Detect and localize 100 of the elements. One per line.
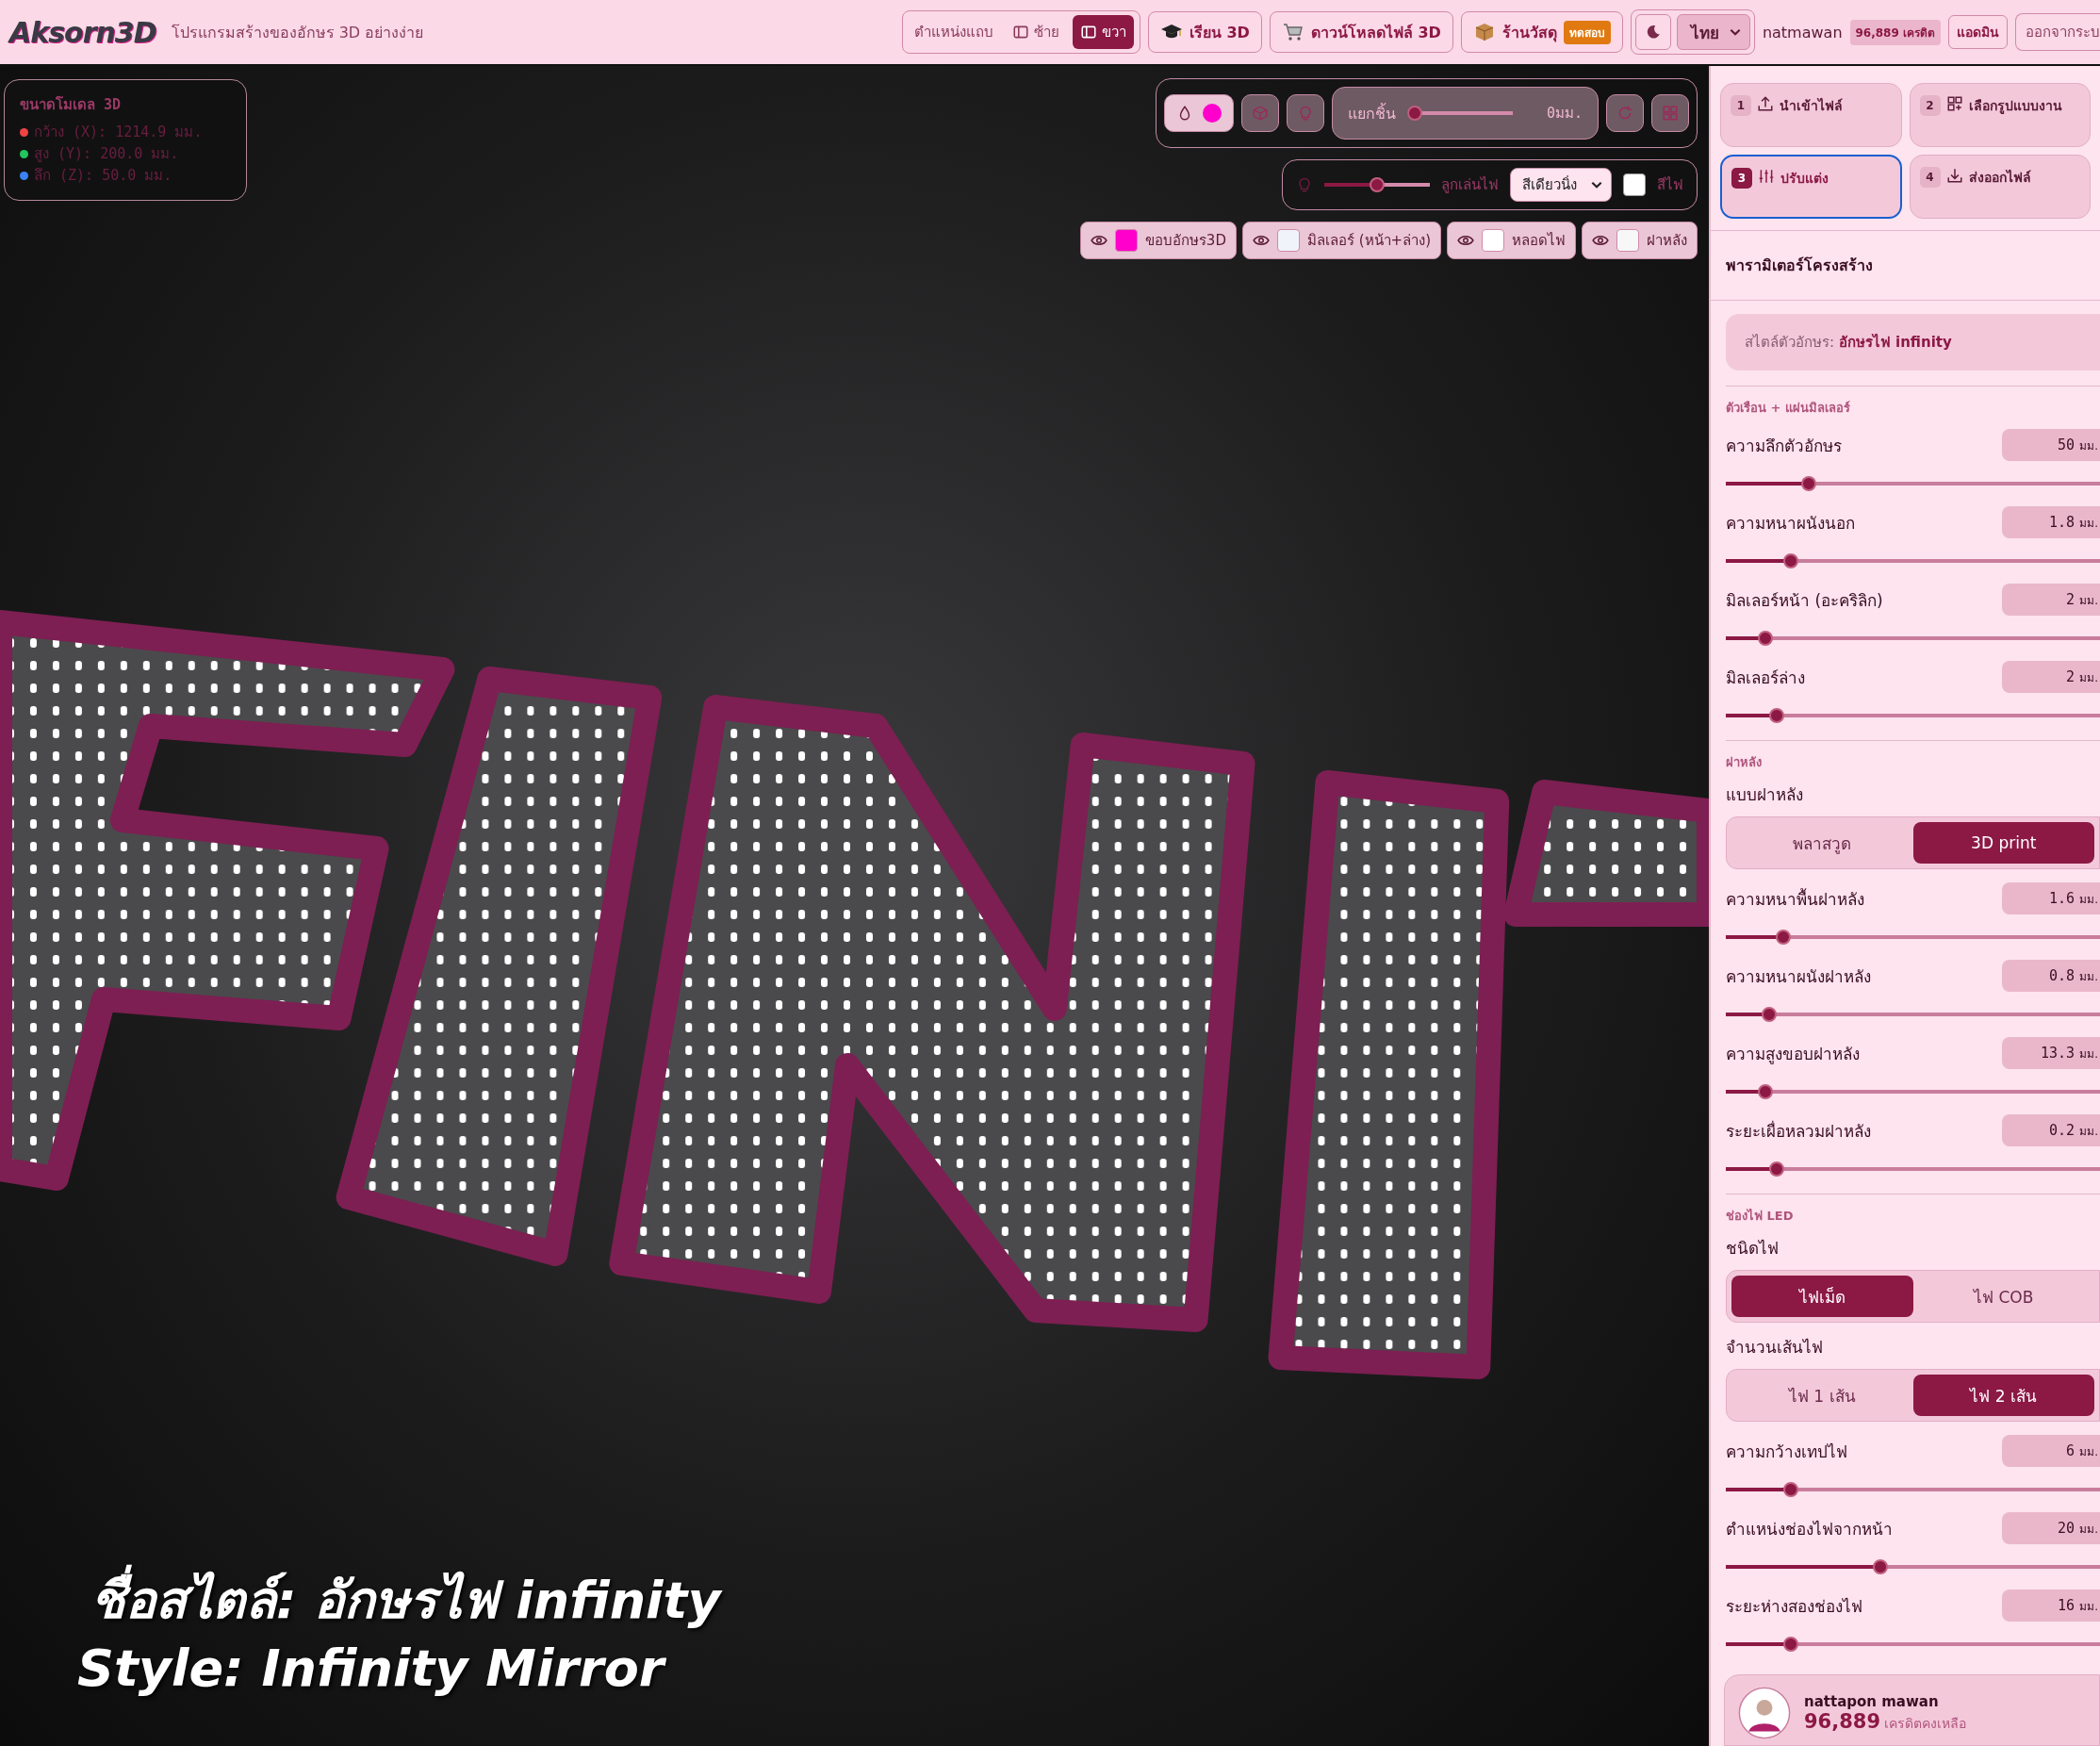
parameter-label: ความหนาผนังฝาหลัง bbox=[1726, 965, 1871, 988]
material-color-swatch bbox=[1202, 104, 1222, 123]
section-heading: ตัวเรือน + แผ่นมิลเลอร์ bbox=[1726, 400, 1851, 417]
dock-side-button[interactable]: ขวา bbox=[1072, 15, 1134, 49]
value-field[interactable]: 6 มม. bbox=[2002, 1435, 2100, 1467]
slider-thumb[interactable] bbox=[1873, 1559, 1889, 1574]
layer-toggle[interactable]: มิลเลอร์ (หน้า+ล่าง) bbox=[1241, 222, 1441, 259]
caption-text: Style: Infinity Mirror bbox=[77, 1638, 667, 1700]
dimension-text: สูง (Y): 200.0 มม. bbox=[34, 144, 179, 164]
model-size-title: ขนาดโมเดล 3D bbox=[20, 95, 123, 115]
parameter-label: จำนวนเส้นไฟ bbox=[1726, 1337, 1824, 1359]
language-select[interactable]: ไทย bbox=[1676, 14, 1750, 50]
parameter-label: ระยะห่างสองช่องไฟ bbox=[1726, 1595, 1862, 1618]
section-heading: ช่องไฟ LED bbox=[1726, 1208, 1795, 1225]
material-color-button[interactable] bbox=[1163, 94, 1234, 132]
panel-title: พารามิเตอร์โครงสร้าง bbox=[1711, 231, 2100, 301]
parameter-label: ความกว้างเทปไฟ bbox=[1726, 1441, 1847, 1463]
reset-view-button[interactable] bbox=[1606, 94, 1644, 132]
step-number: 2 bbox=[1919, 95, 1941, 116]
admin-button[interactable]: แอดมิน bbox=[1948, 15, 2008, 49]
slider-thumb[interactable] bbox=[1768, 1161, 1784, 1177]
light-color-label: สีไฟ bbox=[1657, 175, 1683, 195]
grid-icon bbox=[1662, 105, 1679, 122]
value-field[interactable]: 2 มม. bbox=[2002, 584, 2100, 616]
step-tab[interactable]: 2 เลือกรูปแบบงาน bbox=[1909, 83, 2091, 147]
slider-thumb[interactable] bbox=[1801, 476, 1816, 491]
account-name: nattapon mawan bbox=[1804, 1692, 1940, 1710]
parameter-label: ชนิดไฟ bbox=[1726, 1238, 1780, 1260]
sliders-icon bbox=[1758, 168, 1775, 185]
step-tab[interactable]: 4 ส่งออกไฟล์ bbox=[1909, 155, 2091, 219]
dock-side-button[interactable]: ซ้าย bbox=[1004, 15, 1067, 49]
parameter-label: ความสูงขอบฝาหลัง bbox=[1726, 1043, 1860, 1066]
nav-button[interactable]: เรียน 3D bbox=[1147, 11, 1262, 53]
avatar-icon bbox=[1738, 1687, 1791, 1739]
slider-thumb[interactable] bbox=[1768, 708, 1784, 723]
slider-thumb[interactable] bbox=[1782, 1637, 1798, 1652]
segment-option[interactable]: ไฟ COB bbox=[1912, 1276, 2094, 1317]
light-effect-label: ลูกเล่นไฟ bbox=[1441, 175, 1499, 195]
step-number: 1 bbox=[1731, 95, 1751, 116]
explode-label: แยกชิ้น bbox=[1347, 102, 1396, 124]
section-heading: ฝาหลัง bbox=[1726, 754, 1763, 771]
credit-label: เครดิตคงเหลือ bbox=[1884, 1714, 1967, 1733]
value-field[interactable]: 2 มม. bbox=[2002, 661, 2100, 693]
segment-option[interactable]: ไฟ 2 เส้น bbox=[1912, 1375, 2094, 1416]
cube-button[interactable] bbox=[1240, 94, 1279, 132]
parameter-label: มิลเลอร์ล่าง bbox=[1726, 667, 1805, 689]
dimension-text: ลึก (Z): 50.0 มม. bbox=[34, 166, 172, 186]
parameter-label: ตำแหน่งช่องไฟจากหน้า bbox=[1726, 1518, 1893, 1540]
value-field[interactable]: 0.8 มม. bbox=[2002, 960, 2100, 992]
parameter-label: ความหนาพื้นฝาหลัง bbox=[1726, 887, 1864, 911]
credit-amount: 96,889 bbox=[1804, 1709, 1881, 1733]
light-color-swatch[interactable] bbox=[1623, 173, 1646, 196]
panel-icon bbox=[1011, 24, 1029, 41]
slider-thumb[interactable] bbox=[1782, 1482, 1798, 1497]
slider-thumb[interactable] bbox=[1758, 631, 1774, 646]
segment-option[interactable]: ไฟเม็ด bbox=[1731, 1276, 1913, 1317]
dock-position-label: ตำแหน่งแถบ bbox=[912, 23, 994, 42]
logout-button[interactable]: ออกจากระบ bbox=[2015, 13, 2100, 51]
nav-button[interactable]: ร้านวัสดุ ทดสอบ bbox=[1460, 11, 1623, 53]
parameter-label: ความหนาผนังนอก bbox=[1726, 512, 1855, 535]
panel-icon bbox=[1079, 24, 1097, 41]
username: natmawan bbox=[1762, 23, 1843, 41]
parameter-label: มิลเลอร์หน้า (อะคริลิก) bbox=[1726, 589, 1883, 612]
app-subtitle: โปรแกรมสร้างของอักษร 3D อย่างง่าย bbox=[171, 22, 424, 43]
grid-button[interactable] bbox=[1651, 94, 1689, 132]
slider-thumb[interactable] bbox=[1782, 553, 1798, 568]
step-tab[interactable]: 1 นำเข้าไฟล์ bbox=[1720, 83, 1902, 147]
slider-thumb[interactable] bbox=[1406, 106, 1422, 121]
value-field[interactable]: 50 มม. bbox=[2002, 429, 2100, 461]
segment-option[interactable]: 3D print bbox=[1912, 822, 2094, 864]
theme-toggle-button[interactable] bbox=[1634, 14, 1671, 50]
step-tab[interactable]: 3 ปรับแต่ง bbox=[1720, 155, 1902, 219]
segment-option[interactable]: ไฟ 1 เส้น bbox=[1731, 1375, 1913, 1416]
cart-icon bbox=[1281, 21, 1304, 43]
value-field[interactable]: 20 มม. bbox=[2002, 1512, 2100, 1544]
slider-thumb[interactable] bbox=[1776, 930, 1792, 945]
value-field[interactable]: 0.2 มม. bbox=[2002, 1114, 2100, 1146]
explode-reading: 0มม. bbox=[1546, 104, 1583, 124]
logo[interactable]: Aksorn3D bbox=[9, 15, 156, 49]
layout-icon bbox=[1945, 95, 1963, 112]
layer-toggle[interactable]: หลอดไฟ bbox=[1447, 222, 1576, 259]
value-field[interactable]: 16 มม. bbox=[2002, 1590, 2100, 1622]
lightbulb-button[interactable] bbox=[1286, 94, 1324, 132]
segment-option[interactable]: พลาสวูด bbox=[1731, 822, 1913, 864]
value-field[interactable]: 1.6 มม. bbox=[2002, 882, 2100, 914]
parameter-label: ระยะเผื่อหลวมฝาหลัง bbox=[1726, 1119, 1871, 1143]
slider-thumb[interactable] bbox=[1762, 1007, 1778, 1022]
beta-badge: ทดสอบ bbox=[1563, 20, 1611, 44]
light-effect-select[interactable]: สีเดียวนิ่ง bbox=[1510, 168, 1612, 202]
download-icon bbox=[1945, 167, 1963, 184]
slider-thumb[interactable] bbox=[1370, 177, 1385, 192]
layer-toggle[interactable]: ฝาหลัง bbox=[1582, 222, 1698, 259]
value-field[interactable]: 1.8 มม. bbox=[2002, 506, 2100, 538]
parameter-label: ความลึกตัวอักษร bbox=[1726, 435, 1842, 457]
value-field[interactable]: 13.3 มม. bbox=[2002, 1037, 2100, 1069]
credit-balance: 96,889 เครดิต bbox=[1849, 19, 1941, 45]
slider-thumb[interactable] bbox=[1758, 1084, 1774, 1099]
nav-button[interactable]: ดาวน์โหลดไฟล์ 3D bbox=[1269, 11, 1453, 53]
refresh-icon bbox=[1616, 105, 1633, 122]
layer-toggle[interactable]: ขอบอักษร3D bbox=[1079, 222, 1237, 259]
